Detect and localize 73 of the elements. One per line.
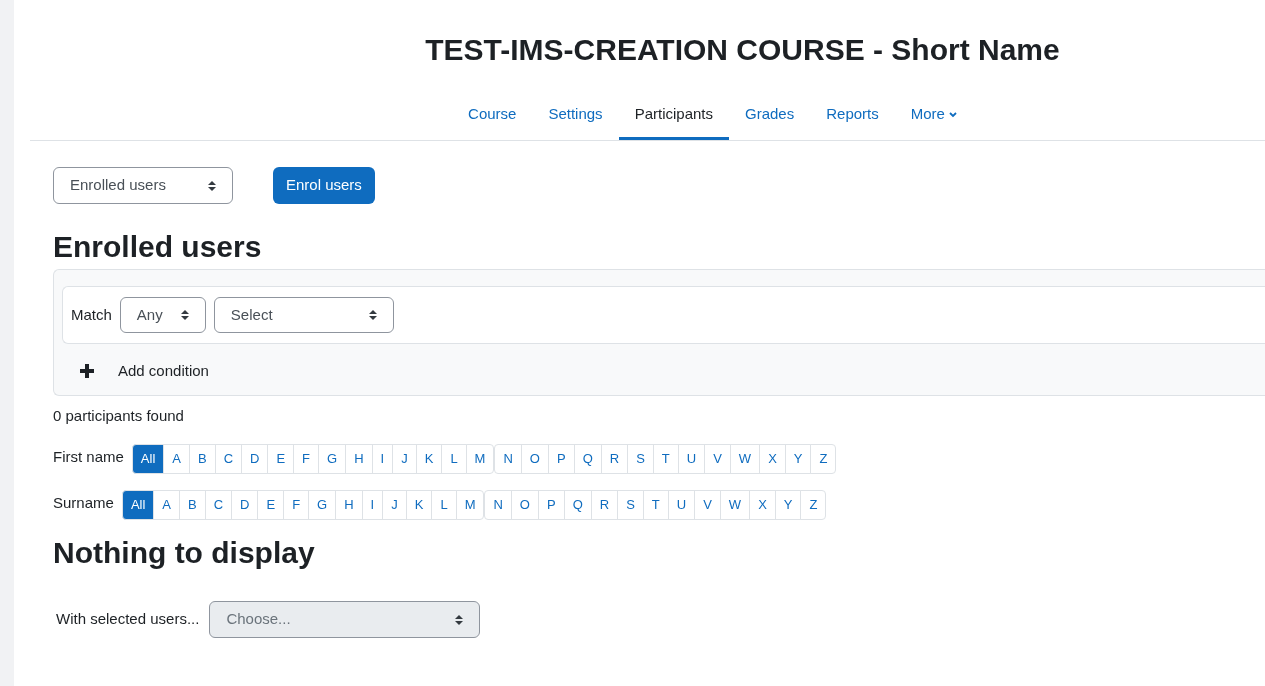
initial-letter-button[interactable]: A [153,490,180,520]
add-condition-button[interactable]: Add condition [62,360,209,383]
sort-arrows-icon [455,614,464,625]
result-count: 0 participants found [53,405,185,426]
initial-letter-button[interactable]: C [204,490,233,520]
initial-letter-button[interactable]: G [318,444,347,474]
initial-letter-button[interactable]: B [189,444,216,474]
initial-letter-button[interactable]: E [267,444,295,474]
initial-letter-button[interactable]: Z [800,490,827,520]
initial-letter-button[interactable]: I [371,444,394,474]
initial-letter-button[interactable]: T [652,444,679,474]
empty-heading: Nothing to display [53,535,316,571]
initial-letter-button[interactable]: J [382,490,407,520]
initial-letter-button[interactable]: P [547,444,575,474]
nav-tab[interactable]: Settings [532,92,619,140]
initial-letter-button[interactable]: U [667,490,696,520]
chevron-down-icon [948,111,957,118]
initial-letter-button[interactable]: All [121,490,155,520]
initials-label: First name [53,447,124,467]
course-title: TEST-IMS-CREATION COURSE - Short Name [425,32,1060,68]
initial-letter-button[interactable]: N [484,490,512,520]
nav-tab[interactable]: Reports [810,92,895,140]
nav-tab[interactable]: Course [452,92,533,140]
initial-letter-button[interactable]: M [465,444,495,474]
initial-letter-button[interactable]: F [293,444,320,474]
initial-letter-button[interactable]: A [163,444,190,474]
initial-letter-button[interactable]: G [308,490,337,520]
initial-letter-button[interactable]: H [335,490,363,520]
initial-letter-button[interactable]: O [520,444,549,474]
section-heading: Enrolled users [53,229,263,265]
initial-letter-button[interactable]: L [441,444,467,474]
initial-letter-button[interactable]: T [642,490,669,520]
initial-letter-button[interactable]: I [361,490,384,520]
sort-arrows-icon [180,310,189,320]
initial-letter-button[interactable]: B [179,490,206,520]
initial-letter-button[interactable]: Z [810,444,837,474]
initial-letter-button[interactable]: D [231,490,259,520]
initial-letter-button[interactable]: L [431,490,457,520]
initial-letter-button[interactable]: F [283,490,310,520]
initial-letter-button[interactable]: X [759,444,786,474]
initial-letter-button[interactable]: R [590,490,619,520]
nav-tab[interactable]: Grades [729,92,811,140]
nav-tab[interactable]: More [894,92,973,140]
initial-letter-button[interactable]: J [392,444,417,474]
initial-letter-button[interactable]: N [494,444,522,474]
initial-letter-button[interactable]: E [257,490,285,520]
initial-letter-button[interactable]: P [538,490,565,520]
view-select[interactable]: Enrolled users [53,167,233,204]
match-label: Match [71,304,112,325]
initial-letter-button[interactable]: X [749,490,776,520]
initial-letter-button[interactable]: V [704,444,731,474]
initial-letter-button[interactable]: All [131,444,165,474]
initial-letter-button[interactable]: H [345,444,373,474]
initials-label: Surname [53,493,114,513]
condition-select[interactable]: Select [213,297,394,333]
initial-letter-button[interactable]: U [677,444,706,474]
sort-arrows-icon [208,180,216,191]
initial-letter-button[interactable]: Q [563,490,592,520]
sort-arrows-icon [368,310,377,320]
initial-letter-button[interactable]: O [510,490,539,520]
initial-letter-button[interactable]: M [455,490,485,520]
bulk-action-label: With selected users... [56,609,200,630]
initial-letter-button[interactable]: S [617,490,644,520]
initial-letter-button[interactable]: R [600,444,629,474]
enrol-users-button[interactable]: Enrol users [273,167,375,204]
initial-letter-button[interactable]: D [241,444,269,474]
initial-letter-button[interactable]: S [627,444,654,474]
nav-tab[interactable]: Participants [618,92,729,140]
match-select[interactable]: Any [119,297,206,333]
plus-icon [80,364,94,379]
initial-letter-button[interactable]: Q [573,444,602,474]
initial-letter-button[interactable]: C [214,444,243,474]
initial-letter-button[interactable]: V [694,490,721,520]
